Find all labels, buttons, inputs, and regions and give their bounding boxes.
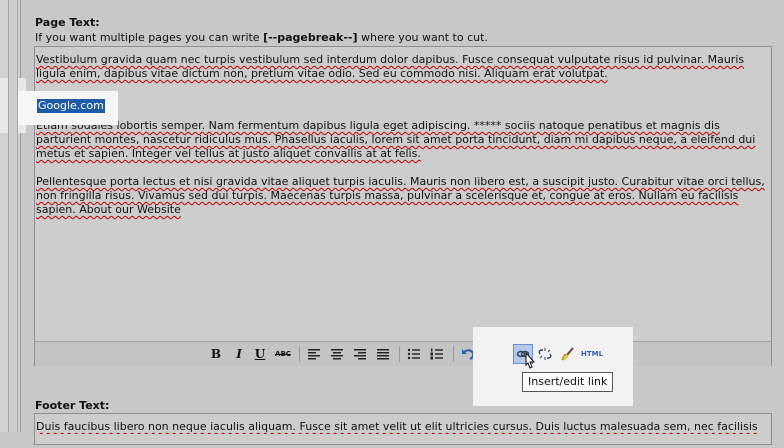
- strikethrough-button[interactable]: ABC: [275, 346, 291, 362]
- paragraph-3[interactable]: Pellentesque porta lectus et nisi gravid…: [36, 175, 770, 217]
- paragraph-1[interactable]: Vestibulum gravida quam nec turpis vesti…: [36, 53, 770, 81]
- align-justify-icon: [377, 349, 389, 360]
- focus-highlight-zone: [473, 327, 633, 406]
- mouse-cursor-icon: [525, 351, 536, 369]
- page-text-editor[interactable]: Vestibulum gravida quam nec turpis vesti…: [18, 46, 772, 366]
- numbered-list-button[interactable]: [429, 346, 445, 362]
- align-left-button[interactable]: [306, 346, 322, 362]
- align-center-icon: [331, 349, 343, 360]
- unlink-button[interactable]: [537, 346, 553, 362]
- align-right-button[interactable]: [352, 346, 368, 362]
- insert-link-tooltip: Insert/edit link: [522, 372, 614, 392]
- footer-text-content[interactable]: Duis faucibus libero non neque iaculis a…: [35, 420, 771, 448]
- align-center-button[interactable]: [329, 346, 345, 362]
- hint-after: where you want to cut.: [357, 31, 488, 44]
- editor-toolbar: B I U ABC: [35, 341, 771, 366]
- unlink-icon: [538, 348, 552, 360]
- selected-link-line[interactable]: Google.com: [18, 91, 770, 125]
- italic-button[interactable]: I: [231, 346, 247, 362]
- numbered-list-icon: [430, 348, 443, 360]
- bold-button[interactable]: B: [208, 346, 224, 362]
- align-right-icon: [354, 349, 366, 360]
- selected-link-text[interactable]: Google.com: [37, 99, 105, 113]
- html-source-button[interactable]: HTML: [581, 346, 603, 362]
- bullet-list-icon: [407, 348, 420, 360]
- hint-code: [--pagebreak--]: [263, 31, 358, 44]
- paragraph-2[interactable]: Etiam sodales lobortis semper. Nam ferme…: [36, 119, 770, 161]
- cleanup-button[interactable]: [560, 346, 576, 362]
- toolbar-separator: [399, 346, 400, 362]
- left-scroll-rail: [0, 0, 26, 432]
- toolbar-separator: [299, 346, 300, 362]
- underline-button[interactable]: U: [252, 346, 268, 362]
- footer-text-editor[interactable]: Duis faucibus libero non neque iaculis a…: [34, 413, 772, 445]
- page-text-content[interactable]: Vestibulum gravida quam nec turpis vesti…: [18, 53, 771, 231]
- page-text-label: Page Text:: [35, 16, 100, 29]
- footer-text-label: Footer Text:: [35, 399, 110, 412]
- pagebreak-hint: If you want multiple pages you can write…: [35, 31, 488, 44]
- broom-icon: [561, 347, 574, 361]
- align-left-icon: [308, 349, 320, 360]
- toolbar-separator: [453, 346, 454, 362]
- align-justify-button[interactable]: [375, 346, 391, 362]
- bullet-list-button[interactable]: [406, 346, 422, 362]
- hint-before: If you want multiple pages you can write: [35, 31, 264, 44]
- left-rail-track: [8, 0, 18, 432]
